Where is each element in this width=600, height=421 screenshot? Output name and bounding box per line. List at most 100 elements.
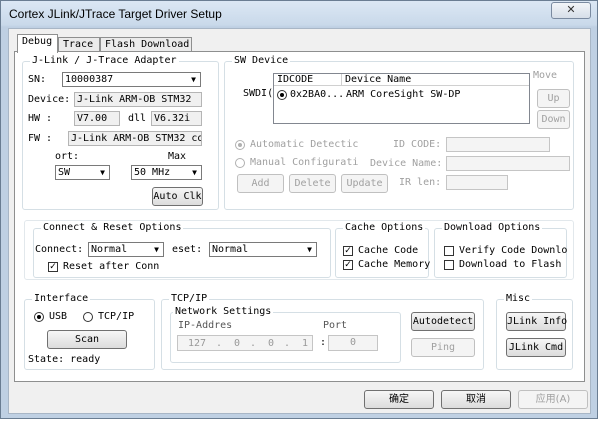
usb-radio[interactable] xyxy=(34,312,44,322)
cache-code-label: Cache Code xyxy=(358,245,419,256)
column-device-name[interactable]: Device Name xyxy=(342,74,529,86)
network-settings-legend: Network Settings xyxy=(173,306,274,318)
move-down-button[interactable]: Down xyxy=(537,110,570,129)
ping-button[interactable]: Ping xyxy=(411,338,475,357)
tcpip-radio[interactable] xyxy=(83,312,93,322)
max-clock-value: 50 MHz xyxy=(134,167,171,178)
reset-select[interactable]: Normal ▼ xyxy=(209,242,317,257)
download-to-flash-checkbox[interactable] xyxy=(444,260,454,270)
title-bar[interactable]: Cortex JLink/JTrace Target Driver Setup … xyxy=(1,1,597,27)
apply-button[interactable]: 应用(A) xyxy=(518,390,588,409)
tab-trace[interactable]: Trace xyxy=(58,37,100,52)
auto-clk-button[interactable]: Auto Clk xyxy=(152,187,203,206)
ip-address-field[interactable]: 127 . 0 . 0 . 1 xyxy=(177,335,313,351)
cache-memory-label: Cache Memory xyxy=(358,259,431,270)
port-label: Port xyxy=(323,320,348,331)
port-separator: : xyxy=(320,337,327,348)
chevron-down-icon: ▼ xyxy=(154,245,159,254)
misc-group: Misc JLink Info JLink Cmd xyxy=(496,293,573,370)
sn-value: 10000387 xyxy=(65,74,114,85)
fw-label: FW : xyxy=(28,133,53,144)
port-select[interactable]: SW ▼ xyxy=(55,165,110,180)
connect-value: Normal xyxy=(91,244,128,255)
auto-detect-radio[interactable] xyxy=(235,140,245,150)
cancel-button[interactable]: 取消 xyxy=(441,390,511,409)
hw-label: HW : xyxy=(28,113,53,124)
move-label: Move xyxy=(533,70,558,81)
dll-label: dll xyxy=(128,113,147,124)
usb-label: USB xyxy=(49,311,68,322)
update-button[interactable]: Update xyxy=(341,174,388,193)
tab-flash-download[interactable]: Flash Download xyxy=(100,37,192,52)
chevron-down-icon: ▼ xyxy=(192,168,197,177)
ok-button[interactable]: 确定 xyxy=(364,390,434,409)
jlink-cmd-button[interactable]: JLink Cmd xyxy=(506,338,566,357)
ip-octet-4: 1 xyxy=(302,338,309,349)
close-button[interactable]: ✕ xyxy=(551,2,591,19)
state-label: State: ready xyxy=(28,354,101,365)
reset-after-connect-label: Reset after Conn xyxy=(63,261,160,272)
ip-octet-3: 0 xyxy=(268,338,275,349)
cache-options-legend: Cache Options xyxy=(343,222,426,234)
ip-octet-2: 0 xyxy=(234,338,241,349)
move-up-button[interactable]: Up xyxy=(537,89,570,108)
sn-label: SN: xyxy=(28,74,47,85)
cache-memory-checkbox[interactable]: ✓ xyxy=(343,260,353,270)
max-label: Max xyxy=(168,151,187,162)
ip-octet-1: 127 xyxy=(188,338,207,349)
hw-field: V7.00 xyxy=(74,111,120,126)
device-row-radio[interactable] xyxy=(277,90,287,100)
ir-len-field[interactable] xyxy=(446,175,508,190)
interface-group: Interface USB TCP/IP Scan State: ready xyxy=(24,293,155,370)
ip-dot: . xyxy=(216,338,223,349)
jlink-info-button[interactable]: JLink Info xyxy=(506,312,567,331)
download-options-group: Download Options Verify Code Downlo Down… xyxy=(434,222,567,278)
connect-reset-group: Connect & Reset Options Connect: Normal ▼… xyxy=(33,222,331,278)
id-code-field[interactable] xyxy=(446,137,550,152)
scan-button[interactable]: Scan xyxy=(47,330,127,349)
ip-dot: . xyxy=(284,338,291,349)
add-button[interactable]: Add xyxy=(237,174,284,193)
download-to-flash-label: Download to Flash xyxy=(459,259,562,270)
sw-device-group: SW Device SWDI( IDCODE Device Name 0x2BA… xyxy=(224,55,574,210)
window-title: Cortex JLink/JTrace Target Driver Setup xyxy=(9,7,222,21)
reset-value: Normal xyxy=(212,244,249,255)
misc-legend: Misc xyxy=(504,293,533,305)
close-icon: ✕ xyxy=(566,4,576,16)
verify-code-checkbox[interactable] xyxy=(444,246,454,256)
reset-after-connect-checkbox[interactable]: ✓ xyxy=(48,262,58,272)
ip-dot: . xyxy=(250,338,257,349)
network-settings-group: Network Settings IP-Addres Port 127 . 0 … xyxy=(170,306,401,363)
autodetect-button[interactable]: Autodetect xyxy=(411,312,475,331)
delete-button[interactable]: Delete xyxy=(289,174,336,193)
manual-config-label: Manual Configurati xyxy=(250,157,359,168)
adapter-group: J-Link / J-Trace Adapter SN: 10000387 ▼ D… xyxy=(22,55,219,210)
sw-device-legend: SW Device xyxy=(232,55,291,67)
max-clock-select[interactable]: 50 MHz ▼ xyxy=(131,165,202,180)
ip-address-label: IP-Addres xyxy=(178,320,233,331)
device-row-name[interactable]: ARM CoreSight SW-DP xyxy=(346,89,460,101)
tab-debug[interactable]: Debug xyxy=(17,34,58,53)
fw-field: J-Link ARM-OB STM32 comp xyxy=(68,131,202,146)
device-list[interactable]: IDCODE Device Name 0x2BA0... ARM CoreSig… xyxy=(273,73,530,124)
setup-window: Cortex JLink/JTrace Target Driver Setup … xyxy=(0,0,598,419)
cache-code-checkbox[interactable]: ✓ xyxy=(343,246,353,256)
id-code-label: ID CODE: xyxy=(393,139,442,150)
column-idcode[interactable]: IDCODE xyxy=(274,74,342,86)
port-label: ort: xyxy=(55,151,80,162)
adapter-legend: J-Link / J-Trace Adapter xyxy=(30,55,179,67)
device-name-label: Device Name: xyxy=(370,158,443,169)
connect-select[interactable]: Normal ▼ xyxy=(88,242,164,257)
device-row-idcode[interactable]: 0x2BA0... xyxy=(290,89,344,101)
sn-select[interactable]: 10000387 ▼ xyxy=(62,72,201,87)
device-name-field[interactable] xyxy=(446,156,570,171)
connect-reset-legend: Connect & Reset Options xyxy=(41,222,184,234)
auto-detect-label: Automatic Detectic xyxy=(250,139,359,150)
tcpip-label: TCP/IP xyxy=(98,311,135,322)
manual-config-radio[interactable] xyxy=(235,158,245,168)
ir-len-label: IR len: xyxy=(399,177,442,188)
download-options-legend: Download Options xyxy=(442,222,543,234)
port-field[interactable]: 0 xyxy=(328,335,378,351)
device-label: Device: xyxy=(28,94,71,105)
swdi-label: SWDI( xyxy=(243,88,274,99)
